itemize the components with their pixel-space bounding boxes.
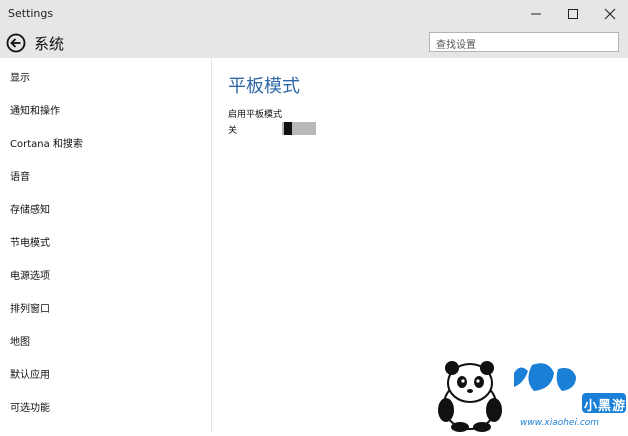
maximize-icon <box>568 9 578 19</box>
minimize-button[interactable] <box>519 0 553 28</box>
settings-header: 系统 <box>0 28 628 58</box>
window-title: Settings <box>8 7 54 20</box>
minimize-icon <box>531 13 541 15</box>
sidebar-item-display[interactable]: 显示 <box>10 69 30 84</box>
sidebar-item-battery-saver[interactable]: 节电模式 <box>10 234 50 249</box>
close-button[interactable] <box>593 0 627 28</box>
sidebar-item-speech[interactable]: 语音 <box>10 168 30 183</box>
page-title: 平板模式 <box>228 76 300 97</box>
toggle-state-label: 关 <box>228 126 238 136</box>
search-input[interactable] <box>430 36 618 55</box>
watermark: 小黑游戏 www.xiaohei.com <box>432 355 628 433</box>
search-box[interactable] <box>429 32 619 55</box>
tablet-mode-setting-label: 启用平板模式 <box>228 110 283 120</box>
back-button[interactable] <box>6 33 26 53</box>
watermark-url: www.xiaohei.com <box>520 418 600 428</box>
sidebar-item-optional-features[interactable]: 可选功能 <box>10 399 50 414</box>
sidebar-item-multitasking[interactable]: 排列窗口 <box>10 300 50 315</box>
close-icon <box>604 8 616 20</box>
sidebar-item-notifications[interactable]: 通知和操作 <box>10 102 60 117</box>
maximize-button[interactable] <box>556 0 590 28</box>
back-arrow-icon <box>6 33 26 53</box>
tablet-mode-toggle[interactable] <box>282 122 316 135</box>
sidebar-item-cortana[interactable]: Cortana 和搜索 <box>10 135 83 150</box>
sidebar-item-power[interactable]: 电源选项 <box>10 267 50 282</box>
section-title: 系统 <box>34 35 65 53</box>
sidebar-item-default-apps[interactable]: 默认应用 <box>10 366 50 381</box>
sidebar-item-maps[interactable]: 地图 <box>10 333 30 348</box>
title-bar: Settings <box>0 0 628 28</box>
toggle-thumb[interactable] <box>284 122 292 135</box>
sidebar-item-storage[interactable]: 存储感知 <box>10 201 50 216</box>
sidebar: 显示 通知和操作 Cortana 和搜索 语音 存储感知 节电模式 电源选项 排… <box>0 58 212 432</box>
